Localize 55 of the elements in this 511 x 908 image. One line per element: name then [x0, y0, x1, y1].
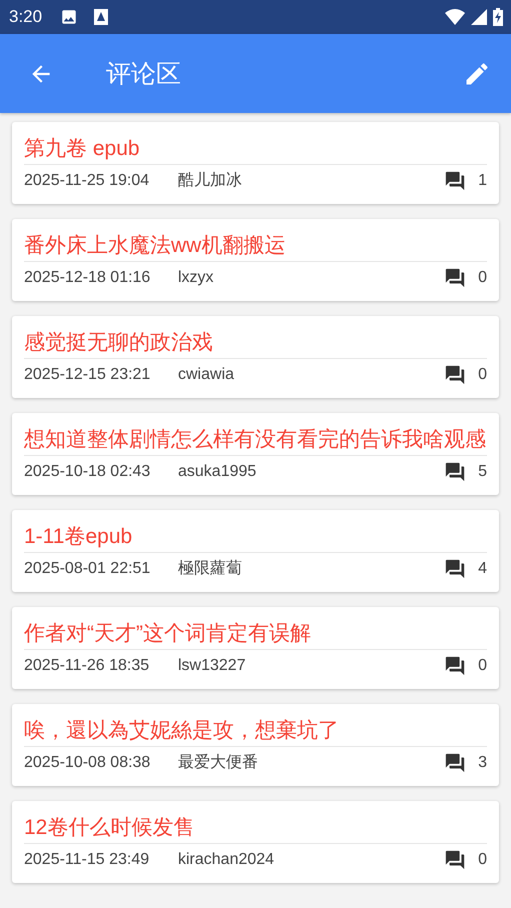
screen-title: 评论区 — [106, 59, 181, 90]
battery-icon — [493, 8, 503, 26]
reply-count: 0 — [478, 365, 487, 385]
post-title: 1-11卷epub — [24, 521, 487, 553]
comments-icon — [444, 752, 466, 774]
post-card[interactable]: 番外床上水魔法ww机翻搬运 2025-12-18 01:16 lxzyx 0 — [12, 219, 499, 301]
wifi-icon — [445, 9, 465, 25]
post-date: 2025-08-01 22:51 — [24, 559, 152, 579]
reply-count: 5 — [478, 462, 487, 482]
image-icon — [60, 8, 78, 26]
reply-count: 4 — [478, 559, 487, 579]
post-date: 2025-10-08 08:38 — [24, 753, 152, 773]
post-author: asuka1995 — [178, 462, 256, 482]
post-title: 作者对“天才”这个词肯定有误解 — [24, 618, 487, 650]
post-author: cwiawia — [178, 365, 234, 385]
post-card[interactable]: 唉，還以為艾妮絲是攻，想棄坑了 2025-10-08 08:38 最爱大便番 3 — [12, 704, 499, 786]
signal-icon — [471, 9, 487, 25]
post-date: 2025-11-25 19:04 — [24, 171, 150, 191]
post-card[interactable]: 1-11卷epub 2025-08-01 22:51 極限蘿蔔 4 — [12, 510, 499, 592]
post-card[interactable]: 12卷什么时候发售 2025-11-15 23:49 kirachan2024 0 — [12, 801, 499, 883]
reply-count: 0 — [478, 656, 487, 676]
post-card[interactable]: 感觉挺无聊的政治戏 2025-12-15 23:21 cwiawia 0 — [12, 316, 499, 398]
post-author: 極限蘿蔔 — [178, 558, 242, 579]
post-date: 2025-12-15 23:21 — [24, 365, 152, 385]
comments-icon — [444, 849, 466, 871]
post-card[interactable]: 第九卷 epub 2025-11-25 19:04 酷儿加冰 1 — [12, 122, 499, 204]
comments-icon — [444, 364, 466, 386]
reply-count: 1 — [478, 171, 487, 191]
post-title: 想知道整体剧情怎么样有没有看完的告诉我啥观感 — [24, 424, 487, 456]
comments-icon — [444, 558, 466, 580]
post-date: 2025-10-18 02:43 — [24, 462, 152, 482]
post-title: 唉，還以為艾妮絲是攻，想棄坑了 — [24, 715, 487, 747]
post-title: 第九卷 epub — [24, 133, 487, 165]
post-title: 12卷什么时候发售 — [24, 812, 487, 844]
comments-icon — [444, 170, 466, 192]
post-date: 2025-11-26 18:35 — [24, 656, 150, 676]
comments-icon — [444, 655, 466, 677]
post-author: 最爱大便番 — [178, 752, 258, 773]
post-author: kirachan2024 — [178, 850, 274, 870]
post-author: lsw13227 — [178, 656, 246, 676]
comments-icon — [444, 267, 466, 289]
notification-icon — [94, 9, 108, 25]
comments-icon — [444, 461, 466, 483]
post-card[interactable]: 想知道整体剧情怎么样有没有看完的告诉我啥观感 2025-10-18 02:43 asuka1995 5 — [12, 413, 499, 495]
reply-count: 3 — [478, 753, 487, 773]
reply-count: 0 — [478, 850, 487, 870]
reply-count: 0 — [478, 268, 487, 288]
post-date: 2025-11-15 23:49 — [24, 850, 150, 870]
post-author: lxzyx — [178, 268, 214, 288]
post-title: 感觉挺无聊的政治戏 — [24, 327, 487, 359]
post-date: 2025-12-18 01:16 — [24, 268, 152, 288]
post-card[interactable]: 作者对“天才”这个词肯定有误解 2025-11-26 18:35 lsw13227 0 — [12, 607, 499, 689]
post-title: 番外床上水魔法ww机翻搬运 — [24, 230, 487, 262]
status-time: 3:20 — [9, 7, 42, 27]
post-author: 酷儿加冰 — [178, 170, 242, 191]
